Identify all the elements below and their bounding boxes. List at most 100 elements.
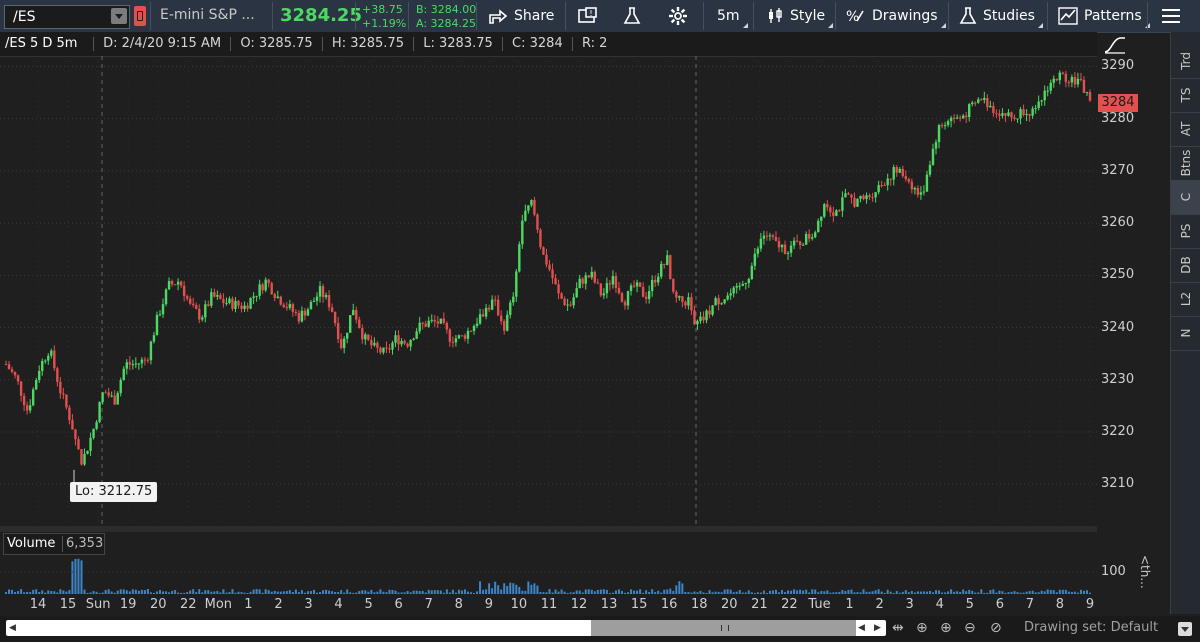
chevron-down-icon[interactable] [111, 8, 127, 24]
chart-style-icon[interactable] [1103, 36, 1127, 54]
candle-body [971, 102, 974, 105]
scroll-left-icon[interactable]: ◀ [9, 623, 16, 633]
candle-body [886, 178, 889, 186]
menu-button[interactable] [1160, 0, 1188, 32]
candle-body [294, 311, 298, 314]
candle-body [626, 291, 630, 306]
candle-body [240, 305, 243, 309]
candle-body [210, 292, 213, 306]
candle-body [1007, 112, 1010, 116]
scroll-right-icon[interactable]: ▶ [874, 623, 881, 633]
time-tick-label: Sun [85, 597, 111, 612]
side-tab-trd[interactable]: Trd [1171, 44, 1200, 79]
gear-icon [669, 7, 687, 25]
side-tab-label: Btns [1179, 149, 1193, 177]
candle-body [820, 216, 823, 221]
candlestick-icon [769, 8, 782, 23]
candle-body [342, 338, 346, 349]
candle-body [638, 282, 642, 287]
volume-label: Volume 6,353 [3, 533, 105, 555]
volume-bar [509, 582, 512, 594]
candle-body [771, 235, 775, 237]
candle-body [989, 105, 992, 108]
style-button[interactable]: Style [766, 0, 834, 32]
candle-body [901, 168, 904, 177]
candle-body [167, 281, 171, 290]
divider [355, 2, 356, 30]
side-tab-l2[interactable]: L2 [1171, 282, 1200, 317]
time-tick-label: 5 [965, 597, 974, 612]
side-tab-ps[interactable]: PS [1171, 214, 1200, 249]
zoom-out-icon[interactable]: ⊖ [964, 620, 980, 636]
side-tab-db[interactable]: DB [1171, 248, 1200, 283]
candle-body [207, 304, 210, 306]
drawing-set-label: Drawing set: Default [1024, 620, 1159, 635]
candle-body [385, 347, 388, 349]
price-chart[interactable] [0, 56, 1097, 526]
candle-body [276, 296, 279, 299]
volume-bar [675, 585, 678, 594]
divider [321, 36, 323, 51]
candle-body [741, 283, 744, 286]
candle-body [669, 255, 672, 280]
grip-icon [721, 625, 729, 631]
share-button[interactable]: Share [488, 0, 554, 32]
candle-body [309, 301, 313, 310]
candle-body [406, 343, 409, 347]
studies-button[interactable]: Studies [959, 0, 1043, 32]
candle-body [1019, 109, 1022, 119]
scroll-thumb[interactable] [591, 620, 856, 636]
patterns-button[interactable]: Patterns [1058, 0, 1150, 32]
drawings-button[interactable]: % Drawings [846, 0, 946, 32]
price-axis[interactable]: 3290 3280 3270 3260 3250 3240 3230 3220 3210 [1097, 56, 1170, 526]
divider [62, 536, 63, 552]
candle-body [995, 113, 998, 115]
experiment-button[interactable] [623, 0, 647, 32]
candle-body [373, 342, 376, 346]
candle-body [282, 304, 285, 308]
volume-chart[interactable] [0, 532, 1097, 594]
candle-body [499, 315, 503, 322]
collapse-handle[interactable]: <th... [1138, 555, 1152, 589]
crosshair-icon[interactable]: ⊕ [916, 620, 932, 636]
candle-body [678, 296, 681, 298]
candle-body [512, 296, 515, 303]
chevron-down-icon[interactable] [1178, 622, 1192, 636]
candle-body [928, 164, 932, 175]
volume-bar [488, 583, 491, 594]
candle-body [339, 339, 343, 349]
chart-symbol-label[interactable]: /ES 5 D 5m [5, 36, 77, 51]
link-icon[interactable] [134, 6, 146, 26]
candle-body [744, 282, 747, 284]
candle-body [451, 341, 455, 343]
timeframe-button[interactable]: 5m [717, 0, 748, 32]
candle-body [44, 360, 47, 362]
candle-body [291, 304, 295, 312]
candle-body [862, 195, 865, 200]
side-tab-at[interactable]: AT [1171, 112, 1200, 147]
zoom-reset-icon[interactable]: ⊘ [990, 620, 1006, 636]
candle-body [415, 331, 418, 339]
scroll-left-icon[interactable]: ◀ [858, 623, 865, 633]
symbol-selector[interactable]: /ES [4, 5, 130, 29]
zoom-in-icon[interactable]: ⊕ [940, 620, 956, 636]
expand-icon[interactable]: ⇹ [892, 620, 908, 636]
candle-body [1061, 72, 1065, 74]
settings-button[interactable] [668, 0, 694, 32]
candle-body [346, 332, 349, 339]
candle-body [684, 301, 687, 306]
horizontal-scrollbar[interactable]: ◀ ◀ ▶ [6, 620, 886, 636]
alert-button[interactable]: ! [577, 0, 605, 32]
side-tab-n[interactable]: N [1171, 316, 1200, 351]
side-tab-btns[interactable]: Btns [1171, 146, 1200, 181]
time-axis[interactable]: 14 15 Sun 19 20 22 Mon 1 2 3 4 5 6 7 8 9 10 11 12 13 15 16 18 2… [0, 594, 1097, 616]
side-tab-ts[interactable]: TS [1171, 78, 1200, 113]
candle-body [243, 305, 246, 309]
divider [948, 2, 949, 30]
candle-body [647, 291, 651, 299]
candle-body [804, 234, 808, 245]
symbol-input[interactable]: /ES [13, 9, 35, 25]
side-tab-c[interactable]: C [1171, 180, 1200, 215]
candle-body [47, 355, 50, 361]
candle-body [80, 449, 83, 465]
